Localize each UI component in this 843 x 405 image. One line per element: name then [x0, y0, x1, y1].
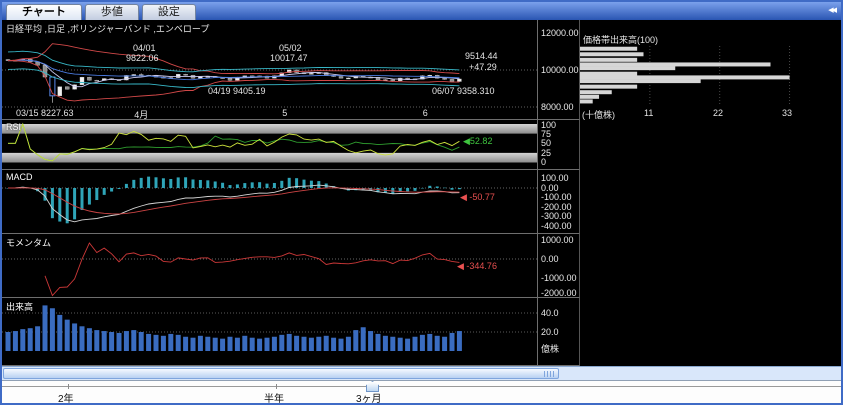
- scrollbar-thumb[interactable]: [3, 368, 559, 379]
- macd-row: MACD ◀ -50.77 100.00 0.00 -100.00 -200.0…: [2, 170, 841, 234]
- annotation-0419-low: 04/19 9405.19: [208, 86, 266, 96]
- macd-plot[interactable]: MACD ◀ -50.77: [2, 170, 538, 234]
- momentum-y-axis: 1000.00 0.00 -1000.00 -2000.00: [538, 234, 580, 298]
- rsi-value: ◀52.82: [463, 136, 492, 147]
- rsi-plot[interactable]: RSI ◀52.82: [2, 120, 538, 170]
- range-track: [2, 386, 841, 387]
- chart-window: チャート 歩値 設定 ◀◀ 日経平均 ,日足 ,ボリンジャーバンド ,エンベロー…: [0, 0, 843, 405]
- annotation-0401-price: 9822.06: [126, 53, 159, 63]
- mom-tick-1000: 1000.00: [541, 235, 574, 245]
- tab-price-steps[interactable]: 歩値: [85, 4, 139, 20]
- x-tick-june: 6: [423, 108, 428, 118]
- tab-settings[interactable]: 設定: [142, 4, 196, 20]
- mom-tick-n2000: -2000.00: [541, 288, 577, 298]
- range-label-3m[interactable]: 3ヶ月: [356, 390, 382, 405]
- range-label-2y[interactable]: 2年: [58, 390, 74, 405]
- x-tick-april: 4月: [134, 108, 148, 120]
- pv-x-tick-33: 33: [782, 108, 792, 118]
- momentum-plot[interactable]: モメンタム ◀ -344.76: [2, 234, 538, 298]
- macd-tick-n400: -400.00: [541, 221, 572, 231]
- momentum-value: ◀ -344.76: [457, 261, 497, 272]
- vol-tick-20: 20.0: [541, 327, 559, 337]
- momentum-row: モメンタム ◀ -344.76 1000.00 0.00 -1000.00 -2…: [2, 234, 841, 298]
- last-change: +47.29: [469, 62, 497, 72]
- mom-tick-0: 0.00: [541, 254, 559, 264]
- annotation-0401-date: 04/01: [133, 43, 156, 53]
- volume-label: 出来高: [6, 300, 33, 313]
- x-tick-may: 5: [282, 108, 287, 118]
- macd-tick-100: 100.00: [541, 173, 569, 183]
- vol-tick-40: 40.0: [541, 308, 559, 318]
- main-y-axis: 12000.00 10000.00 8000.00: [538, 20, 580, 120]
- rsi-row: RSI ◀52.82 100 75 50 25 0: [2, 120, 841, 170]
- macd-tick-n300: -300.00: [541, 211, 572, 221]
- chart-legend: 日経平均 ,日足 ,ボリンジャーバンド ,エンベロープ: [6, 22, 209, 35]
- main-y-tick-8000: 8000.00: [541, 102, 574, 112]
- tab-chart[interactable]: チャート: [6, 4, 82, 20]
- volume-row: 出来高 40.0 20.0 億株: [2, 298, 841, 366]
- macd-right-filler: [580, 170, 839, 234]
- scrollbar-grip-icon: [544, 371, 555, 377]
- momentum-label: モメンタム: [6, 236, 51, 249]
- annotation-0315-low: 03/15 8227.63: [16, 108, 74, 118]
- rsi-right-filler: [580, 120, 839, 170]
- momentum-right-filler: [580, 234, 839, 298]
- annotation-0502-price: 10017.47: [270, 53, 308, 63]
- price-volume-panel: 価格帯出来高(100) (十億株) 11 22 33: [580, 20, 839, 120]
- rsi-canvas: [2, 120, 538, 170]
- volume-y-axis: 40.0 20.0 億株: [538, 298, 580, 366]
- price-volume-title: 価格帯出来高(100): [583, 33, 658, 46]
- macd-canvas: [2, 170, 538, 234]
- range-label-6m[interactable]: 半年: [264, 390, 284, 405]
- range-thumb[interactable]: [366, 381, 379, 392]
- time-range-selector[interactable]: 2年 半年 3ヶ月: [2, 380, 841, 403]
- mom-tick-n1000: -1000.00: [541, 273, 577, 283]
- rsi-y-axis: 100 75 50 25 0: [538, 120, 580, 170]
- collapse-icon[interactable]: ◀◀: [828, 6, 835, 14]
- rsi-label: RSI: [6, 122, 21, 132]
- last-price: 9514.44: [465, 51, 498, 61]
- main-y-tick-10000: 10000.00: [541, 65, 579, 75]
- macd-label: MACD: [6, 172, 33, 182]
- macd-value: ◀ -50.77: [460, 192, 495, 203]
- pv-x-tick-22: 22: [713, 108, 723, 118]
- volume-plot[interactable]: 出来高: [2, 298, 538, 366]
- vol-unit: 億株: [541, 342, 559, 355]
- rsi-tick-0: 0: [541, 157, 546, 167]
- candlestick-canvas: [2, 20, 538, 120]
- annotation-0607-low: 06/07 9358.310: [432, 86, 495, 96]
- tab-bar: チャート 歩値 設定 ◀◀: [2, 2, 841, 20]
- volume-right-filler: [580, 298, 839, 366]
- main-chart-row: 日経平均 ,日足 ,ボリンジャーバンド ,エンベロープ 04/01 9822.0…: [2, 20, 841, 120]
- main-y-tick-12000: 12000.00: [541, 28, 579, 38]
- annotation-0502-date: 05/02: [279, 43, 302, 53]
- rsi-tick-50: 50: [541, 138, 551, 148]
- range-tick-2y: [68, 384, 69, 389]
- macd-tick-n100: -100.00: [541, 192, 572, 202]
- range-tick-6m: [276, 384, 277, 389]
- pv-x-tick-11: 11: [644, 108, 653, 118]
- volume-canvas: [2, 298, 538, 366]
- macd-y-axis: 100.00 0.00 -100.00 -200.00 -300.00 -400…: [538, 170, 580, 234]
- main-chart-plot[interactable]: 日経平均 ,日足 ,ボリンジャーバンド ,エンベロープ 04/01 9822.0…: [2, 20, 538, 120]
- horizontal-scrollbar[interactable]: [2, 366, 841, 380]
